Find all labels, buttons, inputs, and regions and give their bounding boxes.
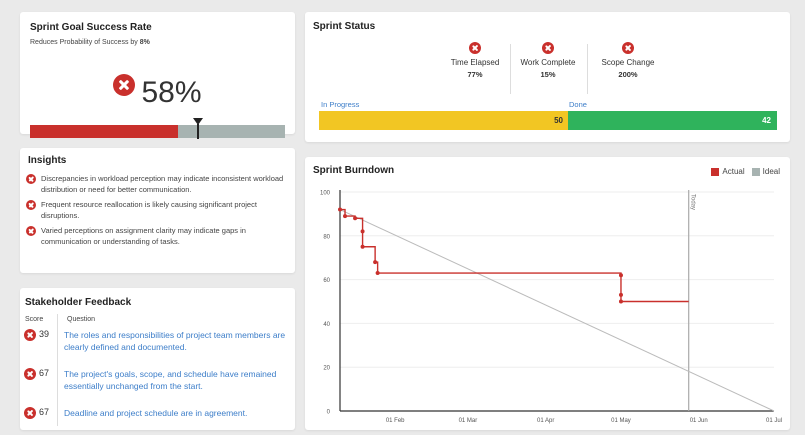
metric-label: Work Complete (520, 58, 576, 67)
legend-actual-label: Actual (722, 167, 745, 176)
feedback-score-value: 39 (39, 329, 50, 339)
error-x-icon (113, 74, 136, 96)
stakeholder-feedback-card: Stakeholder Feedback Score Question 39 Th… (20, 288, 295, 430)
goal-progress-fill (30, 125, 178, 138)
metric-time-elapsed: Time Elapsed 77% (440, 42, 510, 79)
feedback-row: 67 The project's goals, scope, and sched… (24, 368, 289, 392)
status-title: Sprint Status (313, 21, 376, 32)
insight-item: Discrepancies in workload perception may… (26, 173, 286, 195)
burndown-title: Sprint Burndown (313, 165, 395, 176)
goal-card-title: Sprint Goal Success Rate (30, 22, 152, 33)
error-x-icon (469, 42, 481, 54)
metric-divider (510, 44, 511, 94)
error-x-icon (26, 174, 36, 184)
feedback-col-score: Score (25, 316, 44, 323)
actual-data-point (353, 216, 358, 221)
actual-data-point (618, 299, 623, 304)
insights-card: Insights Discrepancies in workload perce… (20, 148, 295, 273)
insights-list: Discrepancies in workload perception may… (26, 173, 286, 251)
error-x-icon (24, 329, 36, 341)
goal-subtitle: Reduces Probability of Success by 8% (30, 39, 150, 46)
insight-item: Frequent resource reallocation is likely… (26, 199, 286, 221)
metric-work-complete: Work Complete 15% (513, 42, 583, 79)
goal-progress-bar (30, 125, 285, 138)
feedback-question-link[interactable]: The project's goals, scope, and schedule… (57, 368, 289, 392)
metric-value: 200% (618, 70, 638, 79)
done-segment: 42 (568, 111, 777, 130)
burndown-legend: Actual Ideal (704, 167, 780, 176)
burndown-chart: 0 20 40 60 80 100 01 Feb 01 Mar 01 Apr 01 May 01 J… (320, 190, 782, 424)
metric-value: 77% (467, 70, 483, 79)
status-progress-bar: 50 42 (319, 111, 777, 130)
metric-scope-change: Scope Change 200% (593, 42, 663, 79)
insights-title: Insights (28, 155, 67, 166)
y-tick-label: 60 (323, 278, 330, 284)
error-x-icon (24, 407, 36, 419)
sprint-burndown-card: 0 20 40 60 80 100 01 Feb 01 Mar 01 Apr 01 May 01 J… (305, 157, 790, 430)
x-tick-label: 01 Apr (537, 418, 554, 424)
x-tick-label: 01 Mar (459, 418, 478, 424)
y-tick-label: 40 (323, 322, 330, 328)
legend-ideal-swatch (751, 167, 760, 176)
y-tick-label: 80 (323, 234, 330, 240)
legend-actual-swatch (711, 167, 720, 176)
actual-data-point (338, 207, 342, 212)
feedback-header: Score Question (25, 316, 95, 323)
goal-success-card: Sprint Goal Success Rate Reduces Probabi… (20, 12, 295, 139)
actual-data-point (373, 260, 378, 265)
feedback-score-value: 67 (39, 407, 50, 417)
feedback-score-value: 67 (39, 368, 50, 378)
feedback-title: Stakeholder Feedback (25, 297, 132, 308)
y-tick-label: 100 (320, 191, 331, 197)
error-x-icon (542, 42, 554, 54)
feedback-col-question: Question (67, 316, 96, 323)
error-x-icon (24, 368, 36, 380)
sprint-status-card: Sprint Status Time Elapsed 77% Work Comp… (305, 12, 790, 142)
feedback-row: 67 Deadline and project schedule are in … (24, 407, 289, 419)
x-tick-label: 01 Feb (386, 418, 405, 424)
goal-progress-remaining (177, 125, 285, 138)
y-tick-label: 20 (323, 366, 330, 372)
goal-marker-line (197, 124, 199, 139)
metric-value: 15% (540, 70, 556, 79)
actual-data-point (618, 292, 623, 297)
insight-item: Varied perceptions on assignment clarity… (26, 225, 286, 247)
y-tick-label: 0 (327, 410, 331, 416)
ideal-series-line (339, 209, 775, 412)
feedback-question-link[interactable]: The roles and responsibilities of projec… (57, 329, 289, 353)
insight-text: Discrepancies in workload perception may… (41, 174, 284, 194)
metric-label: Time Elapsed (450, 58, 500, 67)
in-progress-label: In Progress (321, 100, 360, 109)
feedback-question-link[interactable]: Deadline and project schedule are in agr… (57, 407, 289, 419)
error-x-icon (622, 42, 634, 54)
feedback-score: 67 (24, 407, 57, 419)
goal-rate-value: 58% (141, 76, 202, 109)
actual-data-point (343, 214, 348, 219)
actual-series-line (340, 208, 689, 303)
actual-data-point (618, 273, 623, 278)
feedback-score: 39 (24, 329, 57, 353)
metric-label: Scope Change (601, 58, 655, 67)
legend-ideal-label: Ideal (762, 167, 780, 176)
today-label: Today (690, 194, 696, 210)
goal-subtitle-value: 8% (139, 39, 150, 46)
insight-text: Frequent resource reallocation is likely… (41, 200, 257, 220)
x-tick-label: 01 May (611, 418, 631, 424)
feedback-score: 67 (24, 368, 57, 392)
actual-data-point (360, 229, 365, 234)
error-x-icon (26, 200, 36, 210)
done-label: Done (569, 100, 587, 109)
metric-divider (587, 44, 588, 94)
goal-rate-display: 58% (20, 74, 295, 110)
actual-data-point (375, 271, 380, 276)
goal-subtitle-text: Reduces Probability of Success by (30, 39, 140, 46)
insight-text: Varied perceptions on assignment clarity… (41, 226, 246, 246)
actual-data-point (360, 244, 365, 249)
error-x-icon (26, 226, 36, 236)
in-progress-segment: 50 (319, 111, 568, 130)
x-tick-label: 01 Jun (690, 418, 708, 424)
feedback-row: 39 The roles and responsibilities of pro… (24, 329, 289, 353)
x-tick-label: 01 Jul (766, 418, 782, 424)
